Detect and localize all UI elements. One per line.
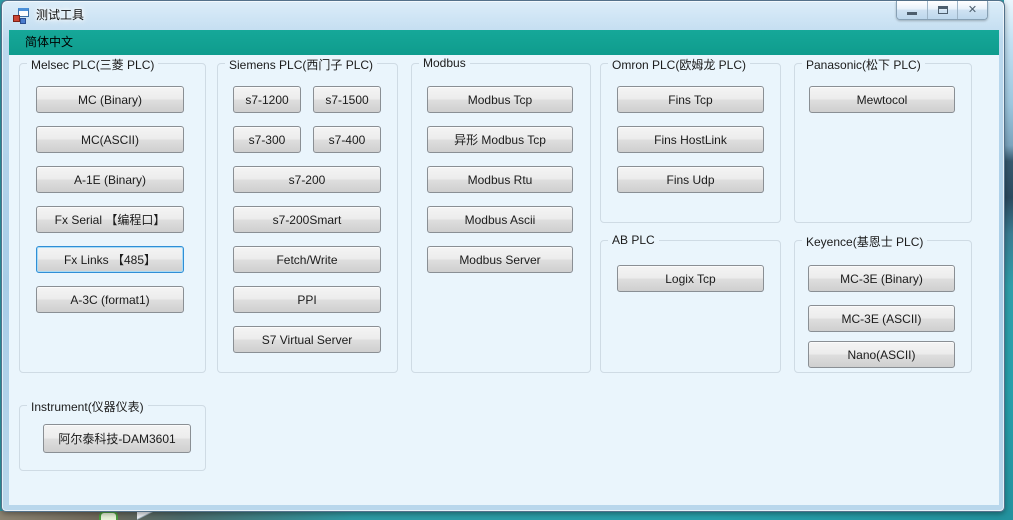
- group-instrument-title: Instrument(仪器仪表): [27, 398, 148, 415]
- button-fins-tcp[interactable]: Fins Tcp: [617, 86, 764, 113]
- button-fetch-write[interactable]: Fetch/Write: [233, 246, 381, 273]
- button-logix-tcp[interactable]: Logix Tcp: [617, 265, 764, 292]
- maximize-icon: [938, 6, 948, 14]
- group-ab: AB PLC: [600, 240, 781, 373]
- window-title: 测试工具: [36, 1, 84, 30]
- button-fins-udp[interactable]: Fins Udp: [617, 166, 764, 193]
- button-mc3e-ascii[interactable]: MC-3E (ASCII): [808, 305, 955, 332]
- button-mewtocol[interactable]: Mewtocol: [809, 86, 955, 113]
- button-dam3601[interactable]: 阿尔泰科技-DAM3601: [43, 424, 191, 453]
- group-ab-title: AB PLC: [608, 233, 659, 247]
- group-modbus-title: Modbus: [419, 56, 470, 70]
- button-s7-virtual-server[interactable]: S7 Virtual Server: [233, 326, 381, 353]
- button-a1e-binary[interactable]: A-1E (Binary): [36, 166, 184, 193]
- button-fx-links[interactable]: Fx Links 【485】: [36, 246, 184, 273]
- button-fins-hostlink[interactable]: Fins HostLink: [617, 126, 764, 153]
- button-s7-300[interactable]: s7-300: [233, 126, 301, 153]
- group-siemens-title: Siemens PLC(西门子 PLC): [225, 56, 377, 73]
- button-modbus-ascii[interactable]: Modbus Ascii: [427, 206, 573, 233]
- button-nano-ascii[interactable]: Nano(ASCII): [808, 341, 955, 368]
- group-melsec-title: Melsec PLC(三菱 PLC): [27, 56, 158, 73]
- button-modbus-tcp[interactable]: Modbus Tcp: [427, 86, 573, 113]
- button-s7-200[interactable]: s7-200: [233, 166, 381, 193]
- button-s7-200smart[interactable]: s7-200Smart: [233, 206, 381, 233]
- button-s7-1200[interactable]: s7-1200: [233, 86, 301, 113]
- app-icon: [13, 8, 29, 24]
- minimize-icon: [907, 12, 917, 15]
- menu-bar: 简体中文: [9, 30, 999, 55]
- button-fx-serial[interactable]: Fx Serial 【编程口】: [36, 206, 184, 233]
- group-omron-title: Omron PLC(欧姆龙 PLC): [608, 56, 750, 73]
- group-panasonic-title: Panasonic(松下 PLC): [802, 56, 925, 73]
- button-a3c-format1[interactable]: A-3C (format1): [36, 286, 184, 313]
- close-button[interactable]: ✕: [957, 1, 987, 19]
- window-controls: ✕: [896, 1, 988, 20]
- desktop-shortcut-icon[interactable]: [99, 511, 118, 520]
- button-s7-1500[interactable]: s7-1500: [313, 86, 381, 113]
- button-mc3e-binary[interactable]: MC-3E (Binary): [808, 265, 955, 292]
- button-ppi[interactable]: PPI: [233, 286, 381, 313]
- button-s7-400[interactable]: s7-400: [313, 126, 381, 153]
- group-keyence-title: Keyence(基恩士 PLC): [802, 233, 927, 250]
- button-mc-ascii[interactable]: MC(ASCII): [36, 126, 184, 153]
- maximize-button[interactable]: [927, 1, 957, 19]
- app-window: 测试工具 ✕ 简体中文 Melsec PLC(三菱 PLC) Siemens P…: [1, 0, 1005, 512]
- close-icon: ✕: [968, 5, 977, 16]
- button-mc-binary[interactable]: MC (Binary): [36, 86, 184, 113]
- button-modbus-server[interactable]: Modbus Server: [427, 246, 573, 273]
- desktop-arrow-icon[interactable]: [137, 511, 153, 519]
- button-modbus-tcp-alien[interactable]: 异形 Modbus Tcp: [427, 126, 573, 153]
- minimize-button[interactable]: [897, 1, 927, 19]
- title-bar: 测试工具 ✕: [2, 1, 1004, 30]
- button-modbus-rtu[interactable]: Modbus Rtu: [427, 166, 573, 193]
- desktop-wallpaper-right: [1004, 0, 1013, 520]
- menu-item-language[interactable]: 简体中文: [16, 30, 82, 55]
